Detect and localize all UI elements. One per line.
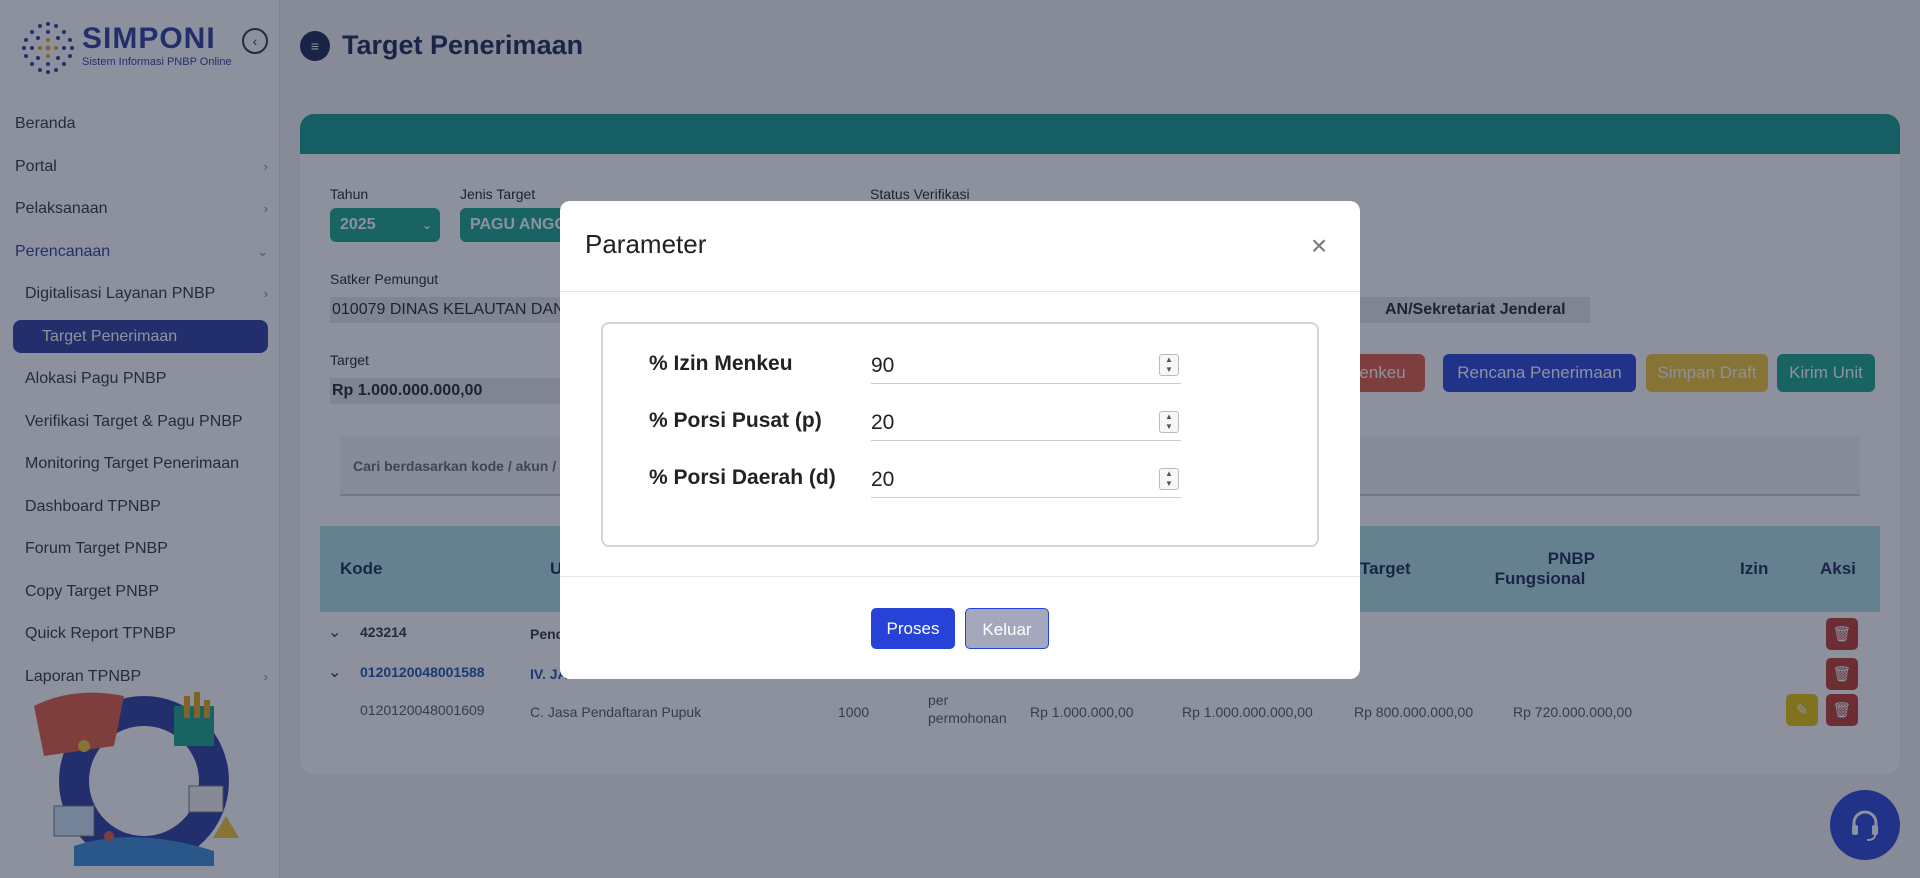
parameter-box: % Izin Menkeu ▲▼ % Porsi Pusat (p) ▲▼ % …: [601, 322, 1319, 547]
param-row-izin-menkeu: % Izin Menkeu ▲▼: [649, 348, 1209, 388]
param-row-porsi-daerah: % Porsi Daerah (d) ▲▼: [649, 462, 1209, 502]
keluar-button[interactable]: Keluar: [965, 608, 1049, 649]
close-icon[interactable]: ×: [1304, 231, 1334, 261]
stepper-icon[interactable]: ▲ ▼: [1159, 354, 1179, 376]
izin-menkeu-input[interactable]: [871, 348, 1181, 384]
param-label: % Porsi Daerah (d): [649, 466, 836, 489]
porsi-daerah-input[interactable]: [871, 462, 1181, 498]
param-row-porsi-pusat: % Porsi Pusat (p) ▲▼: [649, 405, 1209, 445]
stepper-icon[interactable]: ▲ ▼: [1159, 468, 1179, 490]
param-label: % Porsi Pusat (p): [649, 409, 822, 432]
stepper-icon[interactable]: ▲ ▼: [1159, 411, 1179, 433]
porsi-pusat-input[interactable]: [871, 405, 1181, 441]
proses-button[interactable]: Proses: [871, 608, 955, 649]
param-label: % Izin Menkeu: [649, 352, 793, 375]
modal-divider: [560, 576, 1360, 577]
modal-title: Parameter: [585, 229, 707, 259]
modal-divider: [560, 291, 1360, 292]
parameter-modal: Parameter × % Izin Menkeu ▲▼ % Porsi Pus…: [560, 201, 1360, 679]
